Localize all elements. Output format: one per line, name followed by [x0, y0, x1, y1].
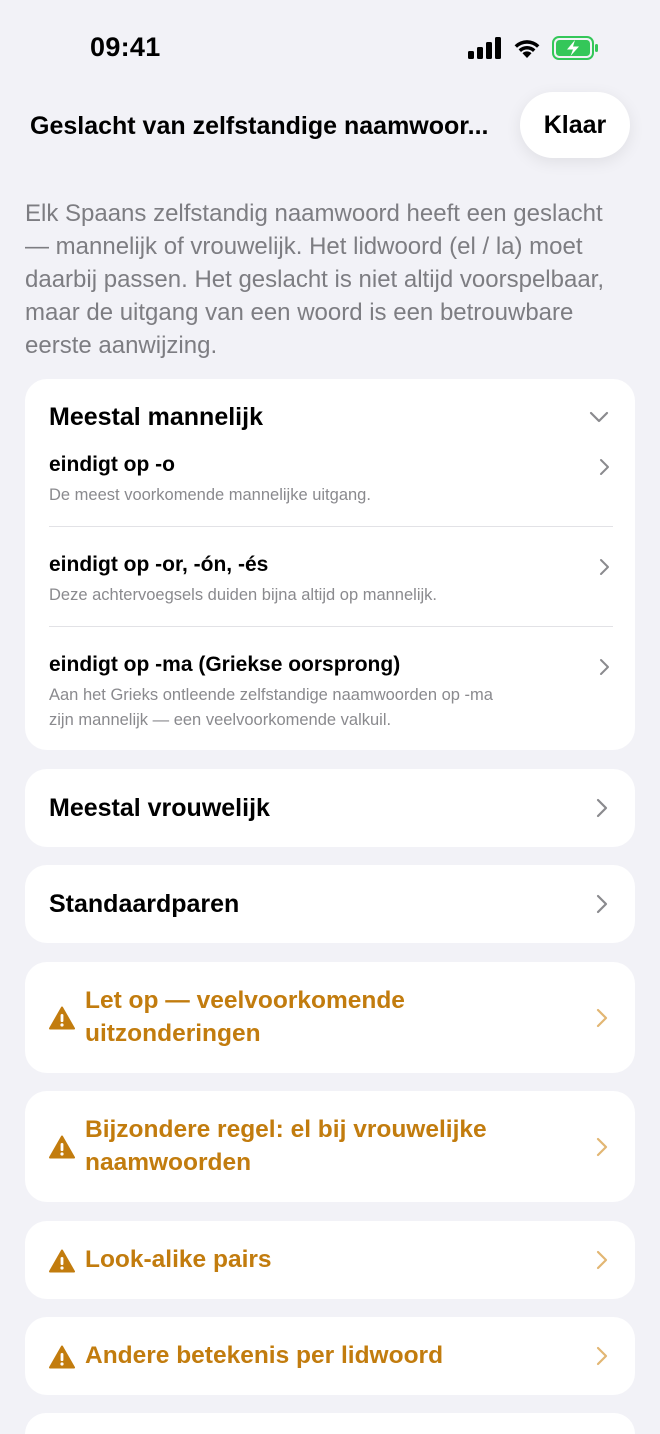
- chevron-right-icon: [596, 1137, 608, 1157]
- chevron-right-icon: [600, 559, 609, 575]
- battery-charging-icon: [552, 36, 598, 60]
- chevron-right-icon: [600, 459, 609, 475]
- rule-desc-line: Aan het Grieks ontleende zelfstandige na…: [49, 686, 493, 704]
- warning-icon: [49, 1006, 75, 1030]
- section-el-feminine-rule[interactable]: Bijzondere regel: el bij vrouwelijke naa…: [25, 1091, 635, 1202]
- section-title: Meestal mannelijk: [49, 403, 263, 431]
- section-standard-pairs[interactable]: Standaardparen: [25, 865, 635, 943]
- section-masculine-header[interactable]: Meestal mannelijk: [25, 379, 635, 441]
- rule-content: eindigt op -or, -ón, -és Deze achtervoeg…: [49, 551, 611, 608]
- rule-row[interactable]: eindigt op -or, -ón, -és Deze achtervoeg…: [25, 549, 635, 623]
- rule-desc: Aan het Grieks ontleende zelfstandige na…: [49, 683, 611, 733]
- section-title-line: Look-alike pairs: [85, 1246, 272, 1273]
- section-title-line: naamwoorden: [85, 1149, 252, 1176]
- chevron-right-icon: [596, 894, 608, 914]
- chevron-right-icon: [596, 1346, 608, 1366]
- warning-icon: [49, 1249, 75, 1273]
- section-title-line: Let op — veelvoorkomende: [85, 987, 405, 1014]
- chevron-right-icon: [600, 659, 609, 675]
- section-title: Andere betekenis per lidwoord: [85, 1339, 555, 1372]
- chevron-down-icon: [589, 411, 609, 423]
- wifi-icon: [514, 40, 540, 58]
- divider: [49, 626, 613, 627]
- section-title: Look-alike pairs: [85, 1243, 555, 1276]
- rule-desc: De meest voorkomende mannelijke uitgang.: [49, 486, 371, 504]
- status-bar: 09:41: [0, 0, 660, 96]
- section-title-line: Andere betekenis per lidwoord: [85, 1342, 444, 1369]
- rule-desc-line: zijn mannelijk — een veelvoorkomende val…: [49, 711, 392, 729]
- status-icons: [468, 36, 600, 60]
- section-title-line: uitzonderingen: [85, 1020, 261, 1047]
- section-title: Let op — veelvoorkomende uitzonderingen: [85, 984, 555, 1050]
- rule-row[interactable]: eindigt op -ma (Griekse oorsprong) Aan h…: [25, 649, 635, 739]
- section-title: Bijzondere regel: el bij vrouwelijke naa…: [85, 1113, 555, 1179]
- page-title: Geslacht van zelfstandige naamwoor...: [30, 112, 489, 140]
- rule-title: eindigt op -ma (Griekse oorsprong): [49, 653, 401, 676]
- section-feminine[interactable]: Meestal vrouwelijk: [25, 769, 635, 847]
- section-common-exceptions[interactable]: Let op — veelvoorkomende uitzonderingen: [25, 962, 635, 1073]
- rule-title: eindigt op -o: [49, 453, 175, 476]
- rule-content: eindigt op -o De meest voorkomende manne…: [49, 451, 611, 508]
- section-next-partial[interactable]: [25, 1413, 635, 1434]
- section-title: Meestal vrouwelijk: [49, 794, 270, 822]
- header: Geslacht van zelfstandige naamwoor... Kl…: [0, 92, 660, 162]
- section-look-alike-pairs[interactable]: Look-alike pairs: [25, 1221, 635, 1299]
- chevron-right-icon: [596, 1008, 608, 1028]
- warning-icon: [49, 1135, 75, 1159]
- warning-icon: [49, 1345, 75, 1369]
- intro-text: Elk Spaans zelfstandig naamwoord heeft e…: [25, 200, 604, 359]
- section-meaning-per-article[interactable]: Andere betekenis per lidwoord: [25, 1317, 635, 1395]
- status-time: 09:41: [90, 32, 161, 62]
- rule-content: eindigt op -ma (Griekse oorsprong) Aan h…: [49, 651, 611, 733]
- done-button[interactable]: Klaar: [520, 92, 630, 158]
- section-masculine: Meestal mannelijk eindigt op -o De meest…: [25, 379, 635, 750]
- chevron-right-icon: [596, 798, 608, 818]
- rule-title: eindigt op -or, -ón, -és: [49, 553, 269, 576]
- divider: [49, 526, 613, 527]
- rule-row[interactable]: eindigt op -o De meest voorkomende manne…: [25, 449, 635, 523]
- section-title-line: Bijzondere regel: el bij vrouwelijke: [85, 1116, 487, 1143]
- rule-desc: Deze achtervoegsels duiden bijna altijd …: [49, 586, 437, 604]
- cellular-signal-icon: [468, 37, 501, 59]
- section-title: Standaardparen: [49, 890, 240, 918]
- chevron-right-icon: [596, 1250, 608, 1270]
